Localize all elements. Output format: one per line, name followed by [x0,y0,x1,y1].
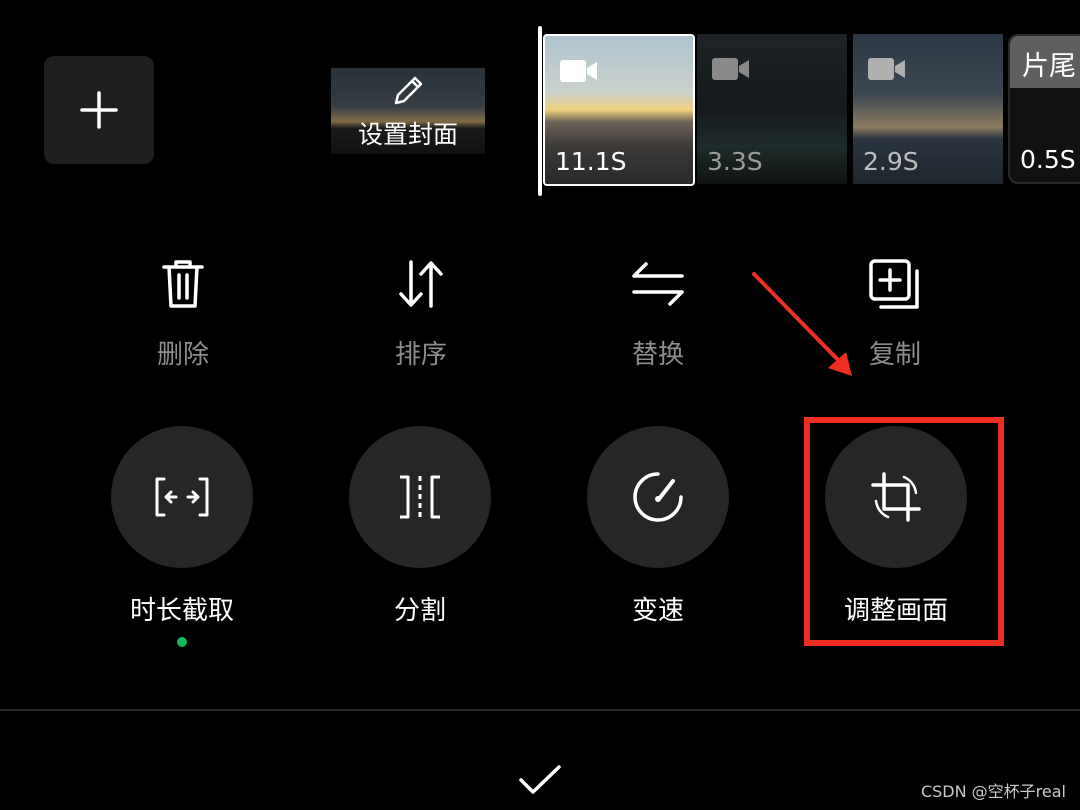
replace-label: 替换 [631,340,684,370]
speed-icon [633,472,683,522]
swap-icon [632,262,684,306]
watermark: CSDN @空杯子real [920,782,1066,801]
trash-icon [162,260,204,308]
clip-thumbnail[interactable]: 2.9S [853,34,1003,184]
video-camera-icon [712,58,749,80]
confirm-button[interactable] [518,764,562,800]
copy-icon [869,259,919,309]
split-circle [349,426,491,568]
copy-label: 复制 [868,340,921,370]
ending-tag: 片尾 [1010,36,1080,88]
video-camera-icon [560,60,597,82]
video-camera-icon [868,58,905,80]
speed-label: 变速 [631,596,684,626]
checkmark-icon [519,765,561,794]
speed-button[interactable]: 变速 [583,426,733,627]
sort-arrows-icon [399,260,443,308]
plus-icon [80,91,118,129]
playhead[interactable] [538,26,542,196]
trim-duration-label: 时长截取 [129,596,234,626]
clip-timeline: 11.1S 3.3S 2.9S 片尾 0.5S [540,28,1080,196]
replace-button[interactable]: 替换 [593,258,723,371]
clip-thumbnail[interactable]: 3.3S [697,34,847,184]
delete-label: 删除 [156,340,209,370]
delete-button[interactable]: 删除 [118,258,248,371]
speed-circle [587,426,729,568]
annotation-arrow [752,272,852,376]
clip-duration: 2.9S [863,147,919,176]
divider [0,709,1080,711]
split-icon [400,475,440,519]
sort-label: 排序 [394,340,447,370]
pencil-icon [394,76,423,105]
clip-thumbnail[interactable]: 11.1S [543,34,695,186]
clip-duration: 0.5S [1020,145,1076,174]
split-label: 分割 [393,596,446,626]
set-cover-button[interactable]: 设置封面 [331,68,485,154]
split-button[interactable]: 分割 [345,426,495,627]
sort-button[interactable]: 排序 [356,258,486,371]
trim-duration-button[interactable]: 时长截取 [107,426,257,647]
add-clip-button[interactable] [44,56,154,164]
ending-clip-thumbnail[interactable]: 片尾 0.5S [1008,34,1080,184]
set-cover-label: 设置封面 [357,120,458,149]
trim-circle [111,426,253,568]
clip-duration: 3.3S [707,147,763,176]
clip-duration: 11.1S [555,147,627,176]
trim-icon [155,477,209,517]
active-indicator-dot [177,637,187,647]
annotation-highlight-box [804,417,1004,646]
